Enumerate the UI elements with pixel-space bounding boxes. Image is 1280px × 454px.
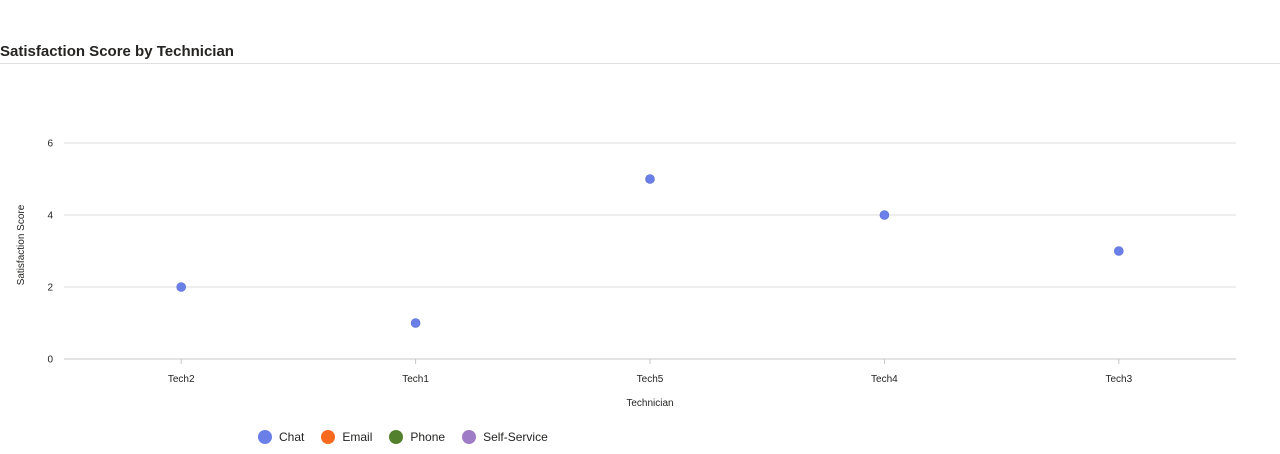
legend-item[interactable]: Email — [321, 430, 372, 444]
data-point[interactable] — [410, 318, 421, 328]
data-point[interactable] — [645, 174, 655, 184]
legend-marker — [321, 430, 336, 444]
legend-label: Self-Service — [483, 430, 548, 444]
y-axis-ticks: 0 2 4 6 — [47, 139, 53, 366]
y-tick-label: 2 — [47, 283, 53, 294]
legend-item[interactable]: Chat — [258, 430, 304, 444]
data-points — [176, 174, 1124, 328]
data-point[interactable] — [879, 210, 890, 220]
legend-label: Email — [342, 430, 373, 444]
legend: Chat Email Phone Self-Service — [258, 430, 565, 444]
x-tick-label: Tech4 — [871, 374, 898, 385]
data-point[interactable] — [1114, 246, 1124, 256]
legend-label: Chat — [279, 430, 305, 444]
x-axis-ticks: Tech2 Tech1 Tech5 Tech4 Tech3 — [168, 359, 1133, 385]
legend-item[interactable]: Self-Service — [462, 430, 548, 444]
y-axis-label: Satisfaction Score — [16, 204, 27, 285]
y-tick-label: 0 — [47, 355, 53, 366]
scatter-chart: 0 2 4 6 Tech2 Tech1 Tech5 Tech4 Tech3 Satisfact… — [16, 139, 1236, 409]
y-tick-label: 4 — [47, 211, 53, 222]
legend-label: Phone — [410, 430, 446, 444]
y-tick-label: 6 — [47, 139, 53, 150]
legend-marker — [389, 430, 404, 444]
x-tick-label: Tech1 — [402, 374, 429, 385]
legend-marker — [258, 430, 272, 444]
legend-marker — [462, 430, 477, 444]
data-point[interactable] — [176, 282, 186, 292]
legend-item[interactable]: Phone — [389, 430, 445, 444]
x-tick-label: Tech2 — [168, 374, 195, 385]
x-axis-label: Technician — [626, 398, 673, 409]
x-tick-label: Tech5 — [637, 374, 664, 385]
x-tick-label: Tech3 — [1105, 374, 1132, 385]
